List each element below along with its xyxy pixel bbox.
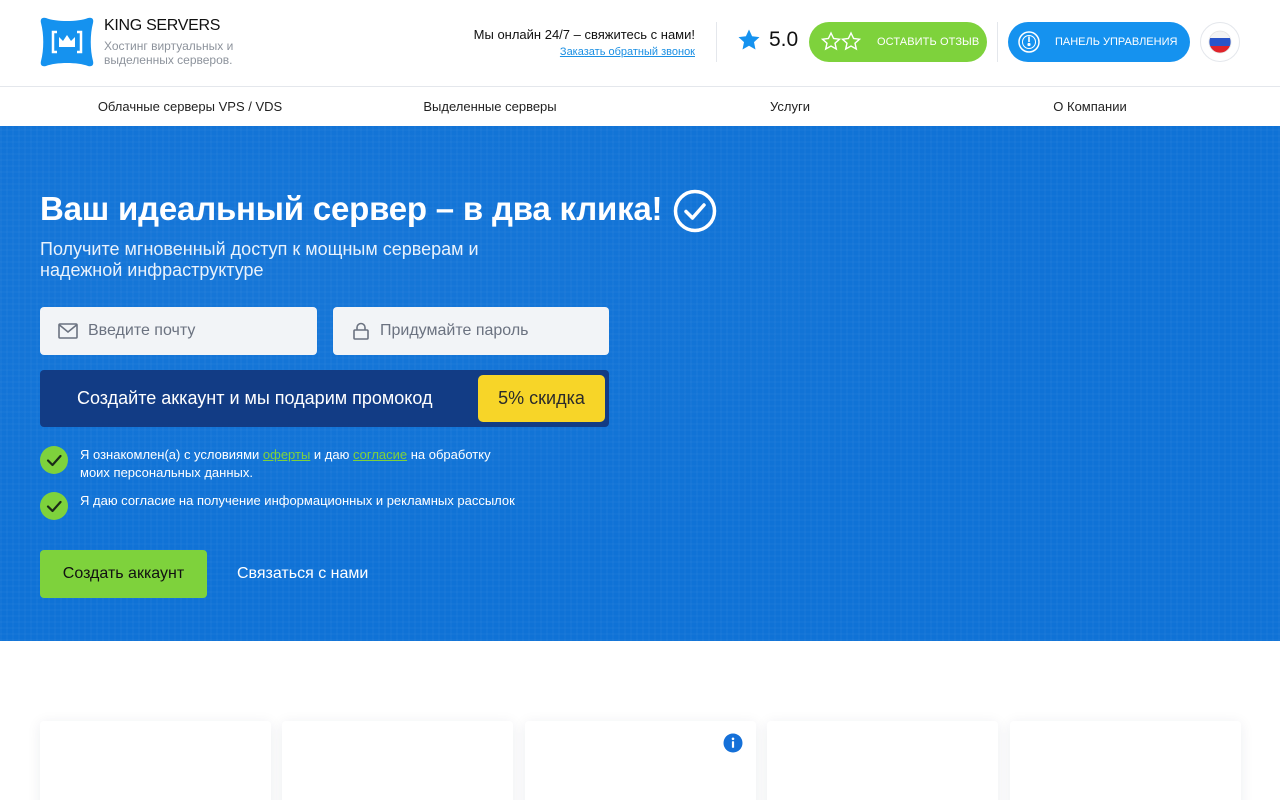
brand: KING SERVERS Хостинг виртуальных и выдел…	[104, 17, 264, 67]
leave-review-button[interactable]: ОСТАВИТЬ ОТЗЫВ	[809, 22, 987, 62]
create-account-button[interactable]: Создать аккаунт	[40, 550, 207, 598]
consent-terms[interactable]: Я ознакомлен(а) с условиями оферты и даю…	[40, 446, 520, 482]
nav-item-vps[interactable]: Облачные серверы VPS / VDS	[98, 99, 282, 114]
plan-card[interactable]	[767, 721, 998, 800]
rating[interactable]: 5.0	[737, 28, 798, 52]
check-circle-icon	[673, 189, 717, 233]
nav-item-dedicated[interactable]: Выделенные серверы	[423, 99, 556, 114]
offer-link[interactable]: оферты	[263, 447, 310, 462]
discount-badge: 5% скидка	[478, 375, 605, 422]
star-icon	[738, 29, 760, 50]
email-field[interactable]: Введите почту	[40, 307, 317, 355]
nav-item-services[interactable]: Услуги	[770, 99, 810, 114]
brand-tagline: Хостинг виртуальных и выделенных серверо…	[104, 39, 234, 67]
consent-link[interactable]: согласие	[353, 447, 407, 462]
plan-card[interactable]	[40, 721, 271, 800]
hero-section: Ваш идеальный сервер – в два клика! Полу…	[0, 126, 1280, 641]
password-field[interactable]: Придумайте пароль	[333, 307, 609, 355]
info-icon[interactable]	[723, 733, 743, 753]
main-nav: Облачные серверы VPS / VDS Выделенные се…	[0, 88, 1280, 126]
consent-mailing-text: Я даю согласие на получение информационн…	[80, 493, 515, 508]
logo-icon[interactable]	[40, 16, 94, 68]
promo-banner: Создайте аккаунт и мы подарим промокод 5…	[40, 370, 609, 427]
language-switcher[interactable]	[1200, 22, 1240, 62]
plan-card[interactable]	[282, 721, 513, 800]
hero-subtitle: Получите мгновенный доступ к мощным серв…	[40, 239, 479, 280]
russia-flag-icon	[1208, 30, 1232, 54]
online-block: Мы онлайн 24/7 – свяжитесь с нами! Заказ…	[474, 27, 695, 60]
checkbox-checked-icon[interactable]	[40, 446, 68, 474]
brand-name: KING SERVERS	[104, 17, 221, 34]
site-header: KING SERVERS Хостинг виртуальных и выдел…	[0, 0, 1280, 87]
mail-icon	[58, 323, 78, 339]
nav-item-company[interactable]: О Компании	[1053, 99, 1126, 114]
password-placeholder: Придумайте пароль	[380, 322, 529, 339]
plan-card[interactable]	[1010, 721, 1241, 800]
divider	[997, 22, 998, 62]
promo-text: Создайте аккаунт и мы подарим промокод	[77, 388, 433, 408]
consent-text: Я ознакомлен(а) с условиями	[80, 447, 263, 462]
contact-us-link[interactable]: Связаться с нами	[237, 565, 368, 583]
leave-review-label: ОСТАВИТЬ ОТЗЫВ	[877, 36, 980, 48]
consent-mailing[interactable]: Я даю согласие на получение информационн…	[40, 492, 520, 520]
control-panel-label: ПАНЕЛЬ УПРАВЛЕНИЯ	[1055, 36, 1178, 48]
speedometer-icon	[1018, 31, 1040, 53]
email-placeholder: Введите почту	[88, 322, 196, 339]
callback-link[interactable]: Заказать обратный звонок	[560, 46, 695, 58]
consent-terms-text: Я ознакомлен(а) с условиями оферты и даю…	[80, 446, 520, 482]
divider	[716, 22, 717, 62]
hero-title: Ваш идеальный сервер – в два клика!	[40, 190, 663, 227]
stars-outline-icon	[820, 31, 862, 51]
consent-text: и даю	[310, 447, 353, 462]
rating-value: 5.0	[769, 28, 799, 51]
plan-card[interactable]	[525, 721, 756, 800]
checkbox-checked-icon[interactable]	[40, 492, 68, 520]
lock-icon	[353, 322, 369, 340]
control-panel-button[interactable]: ПАНЕЛЬ УПРАВЛЕНИЯ	[1008, 22, 1190, 62]
online-status-text: Мы онлайн 24/7 – свяжитесь с нами!	[473, 27, 695, 42]
